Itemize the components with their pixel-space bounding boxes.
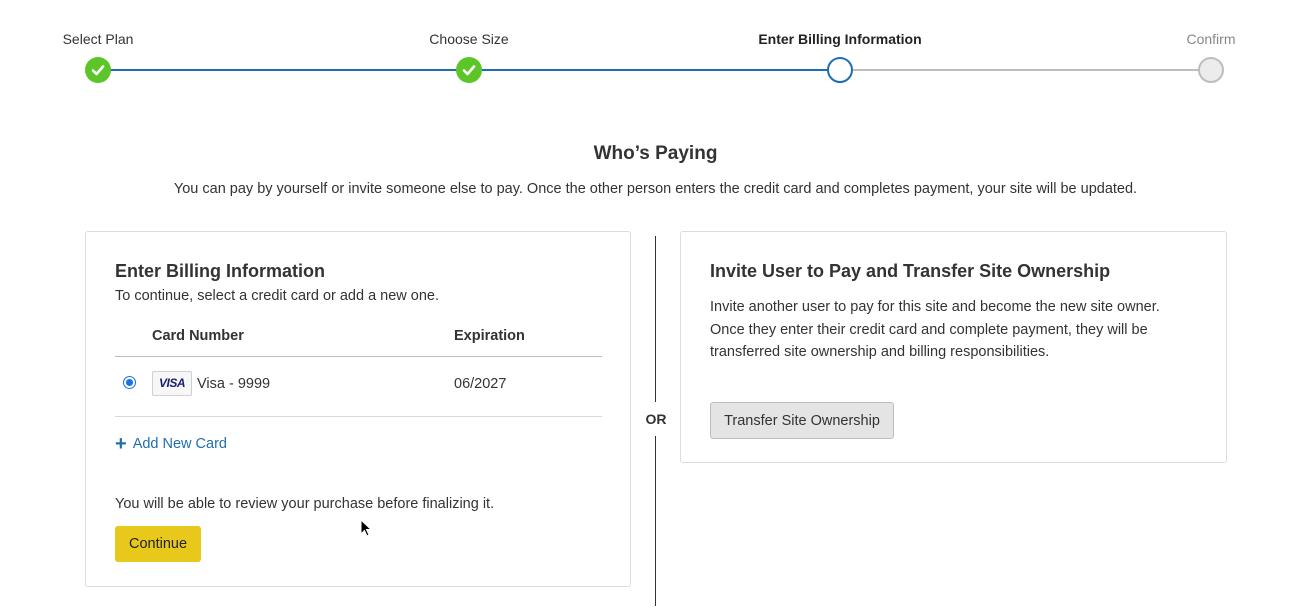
step-label: Confirm <box>1186 31 1236 47</box>
card-number: Visa - 9999 <box>197 376 271 392</box>
step-confirm: Confirm <box>1091 0 1311 83</box>
billing-title: Enter Billing Information <box>115 261 325 281</box>
upcoming-step-indicator <box>1198 57 1224 83</box>
current-step-indicator <box>827 57 853 83</box>
billing-instructions: To continue, select a credit card or add… <box>115 288 440 304</box>
step-select-plan[interactable]: Select Plan <box>0 0 218 83</box>
review-note: You will be able to review your purchase… <box>115 496 495 512</box>
stepper-line-complete <box>469 69 840 71</box>
or-divider-label: OR <box>638 411 674 427</box>
step-choose-size[interactable]: Choose Size <box>349 0 589 83</box>
divider-line-bottom <box>655 436 656 606</box>
check-icon <box>456 57 482 83</box>
stepper-line-complete <box>98 69 469 71</box>
table-header-divider <box>115 356 602 357</box>
visa-icon: VISA <box>152 371 192 396</box>
table-row-divider <box>115 416 602 417</box>
add-new-card-label: Add New Card <box>132 436 227 452</box>
page-subtitle: You can pay by yourself or invite someon… <box>173 181 1138 197</box>
column-header-expiration: Expiration <box>454 328 525 344</box>
step-label: Select Plan <box>62 31 134 47</box>
invite-card: Invite User to Pay and Transfer Site Own… <box>680 231 1227 463</box>
step-enter-billing: Enter Billing Information <box>720 0 960 83</box>
invite-title: Invite User to Pay and Transfer Site Own… <box>710 261 1111 281</box>
step-label: Enter Billing Information <box>758 31 922 47</box>
divider-line-top <box>655 236 656 402</box>
transfer-site-ownership-button[interactable]: Transfer Site Ownership <box>710 402 894 439</box>
mouse-cursor-icon <box>360 519 372 537</box>
continue-button[interactable]: Continue <box>115 526 201 562</box>
stepper-line-upcoming <box>840 69 1211 71</box>
card-select-radio[interactable] <box>123 376 136 389</box>
billing-card: Enter Billing Information To continue, s… <box>85 231 631 587</box>
plus-icon: + <box>115 433 127 455</box>
column-header-card-number: Card Number <box>152 328 244 344</box>
card-expiration: 06/2027 <box>454 376 507 392</box>
progress-stepper: Select Plan Choose Size Enter Billing In… <box>0 0 1311 100</box>
check-icon <box>85 57 111 83</box>
page-title: Who’s Paying <box>593 143 718 164</box>
invite-description: Invite another user to pay for this site… <box>710 299 1160 360</box>
add-new-card-link[interactable]: + Add New Card <box>115 433 227 455</box>
step-label: Choose Size <box>429 31 509 47</box>
